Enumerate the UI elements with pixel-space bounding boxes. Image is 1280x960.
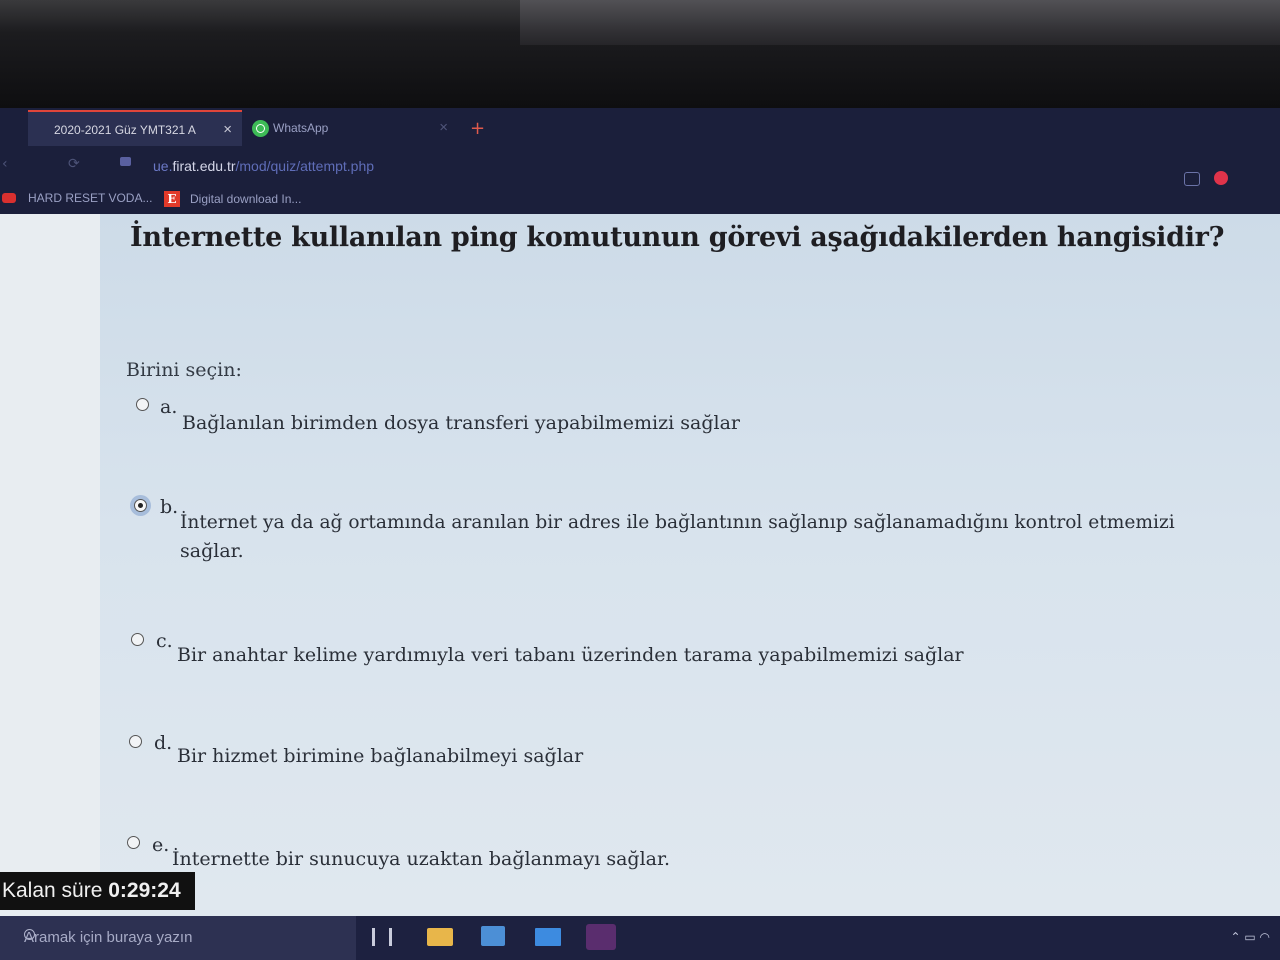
camera-icon[interactable]	[1184, 172, 1200, 186]
close-icon[interactable]: ×	[223, 121, 232, 138]
taskbar: Aramak için buraya yazın ⌃ ▭ ◠	[0, 916, 1280, 960]
timer-value: 0:29:24	[108, 879, 181, 902]
app-icon[interactable]	[586, 924, 616, 950]
system-tray-icon[interactable]: ⌃ ▭ ◠	[1231, 930, 1271, 944]
option-letter: b.	[160, 496, 179, 518]
shield-icon[interactable]	[1214, 171, 1228, 185]
radio-button[interactable]	[131, 633, 144, 646]
search-placeholder: Aramak için buraya yazın	[24, 929, 193, 946]
radio-button[interactable]	[136, 398, 149, 411]
option-text: Bağlanılan birimden dosya transferi yapa…	[182, 412, 740, 434]
reload-icon[interactable]: ⟳	[68, 156, 80, 172]
lock-icon[interactable]	[120, 157, 131, 166]
radio-button[interactable]	[129, 735, 142, 748]
task-view-icon[interactable]	[372, 928, 392, 946]
bookmarks-bar: HARD RESET VODA... E Digital download In…	[0, 186, 1280, 214]
whatsapp-icon	[252, 119, 269, 137]
store-icon[interactable]	[481, 926, 505, 946]
bookmark-digital-download[interactable]: E Digital download In...	[164, 191, 301, 207]
close-icon[interactable]: ×	[439, 119, 448, 136]
option-text: İnternet ya da ağ ortamında aranılan bir…	[180, 512, 1175, 533]
url-field[interactable]: ue.firat.edu.tr/mod/quiz/attempt.php	[153, 158, 374, 174]
bookmark-label: Digital download In...	[190, 192, 302, 206]
tab-title: WhatsApp	[273, 121, 329, 135]
url-subdomain: ue.	[153, 158, 173, 174]
mail-icon[interactable]	[535, 928, 561, 946]
question-card	[100, 214, 1280, 916]
new-tab-button[interactable]: +	[470, 118, 485, 139]
option-text: Bir anahtar kelime yardımıyla veri taban…	[177, 644, 964, 666]
youtube-icon	[2, 193, 16, 203]
answer-prompt: Birini seçin:	[126, 359, 242, 381]
quiz-timer: Kalan süre 0:29:24	[0, 872, 195, 910]
tab-whatsapp[interactable]: WhatsApp ×	[246, 110, 456, 146]
option-text: Bir hizmet birimine bağlanabilmeyi sağla…	[177, 745, 584, 767]
option-letter: a.	[160, 396, 178, 418]
file-explorer-icon[interactable]	[427, 928, 453, 946]
tab-quiz[interactable]: 2020-2021 Güz YMT321 A ×	[28, 110, 242, 148]
radio-button[interactable]	[127, 836, 140, 849]
page-content: İnternette kullanılan ping komutunun gör…	[0, 214, 1280, 916]
option-letter: e.	[152, 834, 170, 856]
tab-title: 2020-2021 Güz YMT321 A	[54, 123, 196, 137]
timer-label: Kalan süre	[2, 879, 103, 902]
back-icon[interactable]: ‹	[2, 156, 8, 172]
bookmark-label: HARD RESET VODA...	[28, 191, 153, 205]
url-host: firat.edu.tr	[172, 158, 236, 174]
radio-button-selected[interactable]	[134, 499, 147, 512]
left-pane	[0, 214, 100, 916]
e-logo-icon: E	[164, 191, 180, 207]
question-text: İnternette kullanılan ping komutunun gör…	[130, 222, 1225, 253]
bezel-glare	[520, 0, 1280, 45]
address-bar: ‹ ⟳ ue.firat.edu.tr/mod/quiz/attempt.php	[0, 146, 1280, 186]
option-letter: c.	[156, 630, 173, 652]
url-path: /mod/quiz/attempt.php	[235, 158, 375, 174]
option-text-continued: sağlar.	[180, 540, 244, 562]
tab-bar: 2020-2021 Güz YMT321 A × WhatsApp ×	[0, 108, 1280, 148]
bookmark-hard-reset[interactable]: HARD RESET VODA...	[2, 191, 152, 205]
option-text: İnternette bir sunucuya uzaktan bağlanma…	[172, 848, 671, 870]
taskbar-search[interactable]: Aramak için buraya yazın	[0, 916, 356, 960]
option-letter: d.	[154, 732, 173, 754]
